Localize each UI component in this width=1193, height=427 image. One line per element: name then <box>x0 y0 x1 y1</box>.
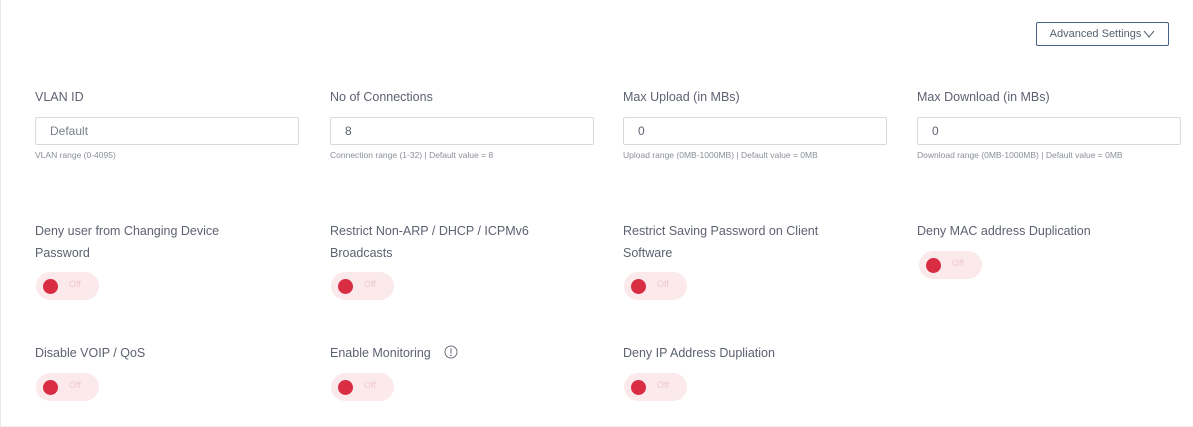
deny-password-change-toggle[interactable]: Off <box>36 272 99 300</box>
connections-field-group: No of Connections Connection range (1-32… <box>330 89 594 162</box>
toggle-knob <box>338 380 353 395</box>
max-upload-input[interactable] <box>623 117 887 145</box>
restrict-saving-password-setting: Restrict Saving Password on Client Softw… <box>623 220 885 264</box>
max-upload-field-group: Max Upload (in MBs) Upload range (0MB-10… <box>623 89 887 162</box>
deny-password-change-setting: Deny user from Changing Device Password <box>35 220 297 264</box>
vlan-id-helper: VLAN range (0-4095) <box>35 150 116 160</box>
toggle-knob <box>43 279 58 294</box>
advanced-settings-button[interactable]: Advanced Settings <box>1036 22 1169 46</box>
disable-voip-qos-setting: Disable VOIP / QoS <box>35 342 297 364</box>
toggle-knob <box>926 258 941 273</box>
connections-input[interactable] <box>330 117 594 145</box>
advanced-settings-panel: Advanced Settings VLAN ID VLAN range (0-… <box>0 0 1193 427</box>
enable-monitoring-label: Enable Monitoring <box>330 346 431 360</box>
max-download-input[interactable] <box>917 117 1181 145</box>
restrict-saving-password-toggle[interactable]: Off <box>624 272 687 300</box>
toggle-state-text: Off <box>69 380 81 390</box>
connections-label: No of Connections <box>330 90 433 104</box>
toggle-state-text: Off <box>364 279 376 289</box>
toggle-knob <box>338 279 353 294</box>
vlan-id-label: VLAN ID <box>35 90 84 104</box>
max-download-helper: Download range (0MB-1000MB) | Default va… <box>917 150 1123 160</box>
toggle-knob <box>43 380 58 395</box>
toggle-state-text: Off <box>657 279 669 289</box>
advanced-settings-label: Advanced Settings <box>1049 28 1142 40</box>
deny-password-change-label: Deny user from Changing Device Password <box>35 224 220 260</box>
vlan-id-input[interactable] <box>35 117 299 145</box>
restrict-broadcasts-setting: Restrict Non-ARP / DHCP / ICPMv6 Broadca… <box>330 220 592 264</box>
restrict-broadcasts-label: Restrict Non-ARP / DHCP / ICPMv6 Broadca… <box>330 224 529 260</box>
enable-monitoring-label-row: Enable Monitoring <box>330 342 592 364</box>
info-icon[interactable] <box>444 345 458 359</box>
max-upload-helper: Upload range (0MB-1000MB) | Default valu… <box>623 150 818 160</box>
max-download-field-group: Max Download (in MBs) Download range (0M… <box>917 89 1181 162</box>
vlan-id-field-group: VLAN ID VLAN range (0-4095) <box>35 89 299 162</box>
max-download-label: Max Download (in MBs) <box>917 90 1050 104</box>
chevron-down-icon <box>1143 30 1155 38</box>
disable-voip-qos-label: Disable VOIP / QoS <box>35 346 146 360</box>
enable-monitoring-setting: Enable Monitoring <box>330 342 592 364</box>
disable-voip-qos-toggle[interactable]: Off <box>36 373 99 401</box>
connections-helper: Connection range (1-32) | Default value … <box>330 150 494 160</box>
restrict-saving-password-label: Restrict Saving Password on Client Softw… <box>623 224 819 260</box>
toggle-state-text: Off <box>69 279 81 289</box>
max-upload-label: Max Upload (in MBs) <box>623 90 740 104</box>
toggle-state-text: Off <box>364 380 376 390</box>
toggle-state-text: Off <box>657 380 669 390</box>
deny-ip-duplication-label: Deny IP Address Dupliation <box>623 346 775 360</box>
deny-ip-duplication-setting: Deny IP Address Dupliation <box>623 342 885 364</box>
deny-mac-duplication-label: Deny MAC address Duplication <box>917 224 1091 238</box>
toggle-knob <box>631 279 646 294</box>
deny-ip-duplication-toggle[interactable]: Off <box>624 373 687 401</box>
deny-mac-duplication-toggle[interactable]: Off <box>919 251 982 279</box>
restrict-broadcasts-toggle[interactable]: Off <box>331 272 394 300</box>
toggle-knob <box>631 380 646 395</box>
toggle-state-text: Off <box>952 258 964 268</box>
enable-monitoring-toggle[interactable]: Off <box>331 373 394 401</box>
deny-mac-duplication-setting: Deny MAC address Duplication <box>917 220 1179 242</box>
